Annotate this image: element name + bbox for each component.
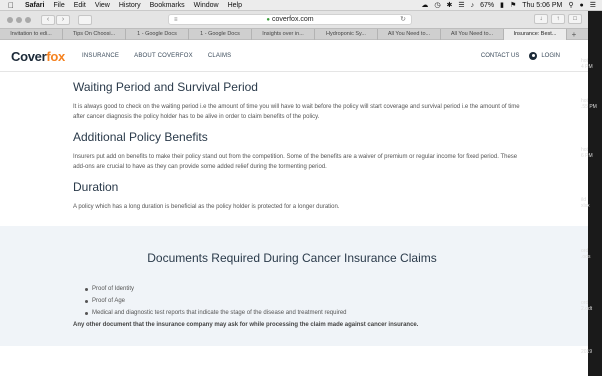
menu-clock[interactable]: Thu 5:06 PM	[522, 0, 562, 11]
article-content: Waiting Period and Survival Period It is…	[73, 80, 523, 220]
header-actions: CONTACT US LOGIN	[481, 52, 560, 60]
spotlight-search-icon[interactable]: ⚲	[568, 0, 573, 11]
nav-about-coverfox[interactable]: ABOUT COVERFOX	[134, 53, 193, 59]
menu-file[interactable]: File	[53, 0, 64, 11]
volume-icon[interactable]: ♪	[471, 0, 475, 11]
flag-icon[interactable]: ⚑	[510, 0, 516, 11]
login-button[interactable]: LOGIN	[529, 52, 560, 60]
show-all-tabs-button[interactable]: □	[568, 14, 582, 24]
desktop-file-label[interactable]: xlsx	[581, 203, 602, 209]
lock-icon: ●	[266, 17, 270, 23]
logo-text-accent: fox	[46, 49, 65, 64]
close-window-button[interactable]	[7, 16, 13, 23]
browser-tab[interactable]: Tips On Choosi...	[63, 29, 126, 40]
documents-section: Documents Required During Cancer Insuran…	[0, 226, 588, 346]
tab-bar: Invitation to edi... Tips On Choosi... 1…	[0, 28, 588, 40]
browser-tab[interactable]: All You Need to...	[378, 29, 441, 40]
menu-view[interactable]: View	[95, 0, 110, 11]
section-text: Insurers put add on benefits to make the…	[73, 154, 518, 170]
desktop-file-label[interactable]: .ods	[581, 254, 602, 260]
browser-tab[interactable]: Invitation to edi...	[0, 29, 63, 40]
browser-tab-active[interactable]: Insurance: Best...	[504, 29, 567, 40]
browser-toolbar: ‹ › ≡ ● coverfox.com ↻ ↓ ↑ □	[0, 11, 588, 28]
address-bar[interactable]: ≡ ● coverfox.com ↻	[168, 14, 412, 25]
desktop-file-label[interactable]: 2019	[581, 349, 602, 355]
browser-tab[interactable]: Hydroponic Sy...	[315, 29, 378, 40]
section-heading: Duration	[73, 180, 119, 194]
section-heading: Additional Policy Benefits	[73, 130, 208, 144]
back-button[interactable]: ‹	[41, 14, 55, 25]
menu-window[interactable]: Window	[194, 0, 219, 11]
page-footer-area	[0, 346, 588, 376]
user-icon	[529, 52, 538, 60]
new-tab-button[interactable]: +	[567, 29, 581, 39]
toolbar-right-buttons: ↓ ↑ □	[534, 14, 582, 24]
reader-mode-icon[interactable]: ≡	[174, 15, 178, 25]
nav-claims[interactable]: CLAIMS	[208, 53, 232, 59]
menu-app-name[interactable]: Safari	[25, 0, 44, 11]
apple-icon[interactable]: 	[6, 0, 16, 11]
main-nav: INSURANCE ABOUT COVERFOX CLAIMS	[82, 53, 231, 59]
desktop-file-label[interactable]: 2.odt	[581, 306, 602, 312]
contact-us-link[interactable]: CONTACT US	[481, 53, 519, 59]
minimize-window-button[interactable]	[16, 16, 22, 23]
cloud-icon[interactable]: ☁	[421, 0, 428, 11]
browser-tab[interactable]: 1 - Google Docs	[126, 29, 189, 40]
zoom-window-button[interactable]	[25, 16, 31, 23]
list-item: Proof of Age	[85, 295, 347, 307]
section-text: It is always good to check on the waitin…	[73, 104, 520, 120]
menu-history[interactable]: History	[119, 0, 141, 11]
downloads-button[interactable]: ↓	[534, 14, 548, 24]
clock-status-icon[interactable]: ◷	[434, 0, 440, 11]
logo-text-main: Cover	[11, 49, 47, 64]
sidebar-toggle-button[interactable]	[78, 14, 92, 25]
nav-insurance[interactable]: INSURANCE	[82, 53, 119, 59]
bluetooth-icon[interactable]: ✱	[446, 0, 452, 11]
documents-note: Any other document that the insurance co…	[73, 322, 419, 328]
browser-tab[interactable]: Insights over in...	[252, 29, 315, 40]
battery-percent[interactable]: 67%	[480, 0, 494, 11]
share-button[interactable]: ↑	[551, 14, 565, 24]
documents-list: Proof of Identity Proof of Age Medical a…	[85, 283, 347, 319]
section-heading: Waiting Period and Survival Period	[73, 80, 258, 94]
documents-heading: Documents Required During Cancer Insuran…	[147, 251, 437, 265]
desktop-file-label[interactable]: 4 PM	[581, 64, 602, 70]
forward-button[interactable]: ›	[56, 14, 70, 25]
login-label: LOGIN	[541, 53, 560, 59]
history-nav: ‹ ›	[41, 14, 70, 25]
wifi-icon[interactable]: ☰	[458, 0, 464, 11]
notification-center-icon[interactable]: ☰	[590, 0, 596, 11]
window-controls	[7, 16, 31, 23]
list-item: Proof of Identity	[85, 283, 347, 295]
list-item: Medical and diagnostic test reports that…	[85, 307, 347, 319]
desktop-file-label[interactable]: 6 PM	[581, 153, 602, 159]
battery-icon[interactable]: ▮	[500, 0, 504, 11]
menu-help[interactable]: Help	[228, 0, 242, 11]
menu-status-area: ☁ ◷ ✱ ☰ ♪ 67% ▮ ⚑ Thu 5:06 PM ⚲ ● ☰	[421, 0, 596, 11]
menu-bookmarks[interactable]: Bookmarks	[150, 0, 185, 11]
user-avatar-icon[interactable]: ●	[579, 0, 583, 11]
site-header: Coverfox INSURANCE ABOUT COVERFOX CLAIMS…	[0, 40, 588, 72]
desktop-file-label[interactable]: .55 PM	[581, 104, 602, 110]
page-viewport: Coverfox INSURANCE ABOUT COVERFOX CLAIMS…	[0, 40, 588, 376]
reload-icon[interactable]: ↻	[400, 15, 406, 25]
coverfox-logo[interactable]: Coverfox	[11, 49, 65, 64]
browser-tab[interactable]: All You Need to...	[441, 29, 504, 40]
macos-menu-bar:  Safari File Edit View History Bookmark…	[0, 0, 602, 11]
menu-edit[interactable]: Edit	[74, 0, 86, 11]
section-text: A policy which has a long duration is be…	[73, 204, 340, 210]
url-text: coverfox.com	[272, 16, 314, 23]
browser-tab[interactable]: 1 - Google Docs	[189, 29, 252, 40]
